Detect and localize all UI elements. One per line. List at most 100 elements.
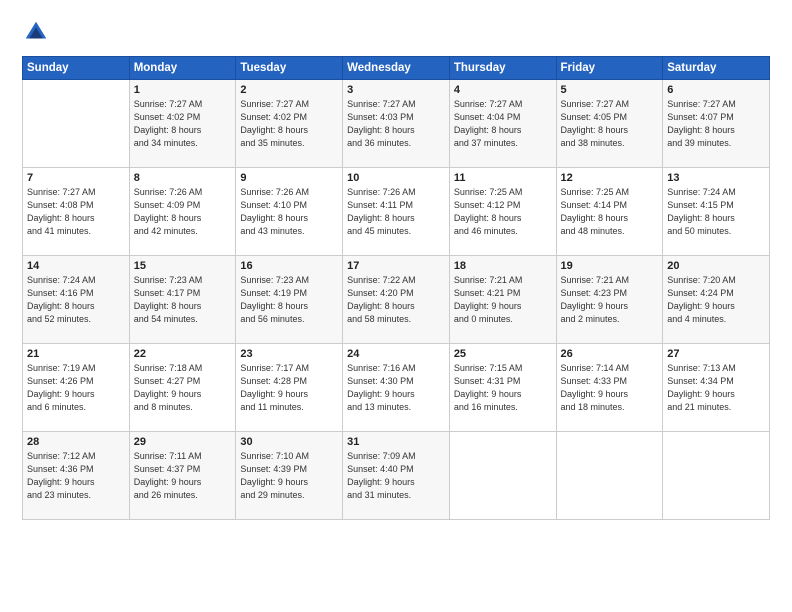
calendar-table: SundayMondayTuesdayWednesdayThursdayFrid… — [22, 56, 770, 520]
calendar-cell: 7 Sunrise: 7:27 AMSunset: 4:08 PMDaylight… — [23, 168, 130, 256]
day-info: Sunrise: 7:25 AMSunset: 4:12 PMDaylight:… — [454, 186, 552, 238]
day-info: Sunrise: 7:24 AMSunset: 4:16 PMDaylight:… — [27, 274, 125, 326]
day-info: Sunrise: 7:22 AMSunset: 4:20 PMDaylight:… — [347, 274, 445, 326]
day-info: Sunrise: 7:21 AMSunset: 4:21 PMDaylight:… — [454, 274, 552, 326]
calendar-cell: 22 Sunrise: 7:18 AMSunset: 4:27 PMDayligh… — [129, 344, 236, 432]
weekday-header-wednesday: Wednesday — [343, 57, 450, 80]
weekday-header-row: SundayMondayTuesdayWednesdayThursdayFrid… — [23, 57, 770, 80]
calendar-cell: 24 Sunrise: 7:16 AMSunset: 4:30 PMDayligh… — [343, 344, 450, 432]
week-row-1: 1Sunrise: 7:27 AMSunset: 4:02 PMDaylight… — [23, 80, 770, 168]
calendar-cell: 11 Sunrise: 7:25 AMSunset: 4:12 PMDayligh… — [449, 168, 556, 256]
day-number: 29 — [134, 436, 232, 448]
logo-icon — [22, 18, 50, 46]
calendar-cell — [556, 432, 663, 520]
day-info: Sunrise: 7:21 AMSunset: 4:23 PMDaylight:… — [561, 274, 659, 326]
day-number: 11 — [454, 172, 552, 184]
week-row-5: 28Sunrise: 7:12 AMSunset: 4:36 PMDayligh… — [23, 432, 770, 520]
calendar-cell — [23, 80, 130, 168]
day-info: Sunrise: 7:15 AMSunset: 4:31 PMDaylight:… — [454, 362, 552, 414]
day-number: 15 — [134, 260, 232, 272]
day-info: Sunrise: 7:13 AMSunset: 4:34 PMDaylight:… — [667, 362, 765, 414]
day-number: 7 — [27, 172, 125, 184]
calendar-cell — [449, 432, 556, 520]
day-info: Sunrise: 7:27 AMSunset: 4:07 PMDaylight:… — [667, 98, 765, 150]
day-info: Sunrise: 7:20 AMSunset: 4:24 PMDaylight:… — [667, 274, 765, 326]
calendar-cell: 10Sunrise: 7:26 AMSunset: 4:11 PMDayligh… — [343, 168, 450, 256]
day-number: 16 — [240, 260, 338, 272]
week-row-2: 7 Sunrise: 7:27 AMSunset: 4:08 PMDaylight… — [23, 168, 770, 256]
week-row-4: 21 Sunrise: 7:19 AMSunset: 4:26 PMDayligh… — [23, 344, 770, 432]
calendar-cell: 30Sunrise: 7:10 AMSunset: 4:39 PMDayligh… — [236, 432, 343, 520]
day-info: Sunrise: 7:17 AMSunset: 4:28 PMDaylight:… — [240, 362, 338, 414]
calendar-cell: 26Sunrise: 7:14 AMSunset: 4:33 PMDayligh… — [556, 344, 663, 432]
day-info: Sunrise: 7:26 AMSunset: 4:09 PMDaylight:… — [134, 186, 232, 238]
day-info: Sunrise: 7:27 AMSunset: 4:08 PMDaylight:… — [27, 186, 125, 238]
day-number: 12 — [561, 172, 659, 184]
calendar-cell: 9Sunrise: 7:26 AMSunset: 4:10 PMDaylight… — [236, 168, 343, 256]
calendar-cell: 4Sunrise: 7:27 AMSunset: 4:04 PMDaylight… — [449, 80, 556, 168]
day-number: 19 — [561, 260, 659, 272]
weekday-header-friday: Friday — [556, 57, 663, 80]
page: SundayMondayTuesdayWednesdayThursdayFrid… — [0, 0, 792, 612]
calendar-cell: 15 Sunrise: 7:23 AMSunset: 4:17 PMDayligh… — [129, 256, 236, 344]
day-info: Sunrise: 7:09 AMSunset: 4:40 PMDaylight:… — [347, 450, 445, 502]
calendar-cell — [663, 432, 770, 520]
logo — [22, 18, 54, 46]
calendar-cell: 27 Sunrise: 7:13 AMSunset: 4:34 PMDayligh… — [663, 344, 770, 432]
day-number: 24 — [347, 348, 445, 360]
calendar-cell: 5 Sunrise: 7:27 AMSunset: 4:05 PMDaylight… — [556, 80, 663, 168]
weekday-header-thursday: Thursday — [449, 57, 556, 80]
day-number: 6 — [667, 84, 765, 96]
day-number: 10 — [347, 172, 445, 184]
calendar-cell: 23 Sunrise: 7:17 AMSunset: 4:28 PMDayligh… — [236, 344, 343, 432]
day-number: 14 — [27, 260, 125, 272]
calendar-cell: 20 Sunrise: 7:20 AMSunset: 4:24 PMDayligh… — [663, 256, 770, 344]
calendar-cell: 1Sunrise: 7:27 AMSunset: 4:02 PMDaylight… — [129, 80, 236, 168]
calendar-cell: 25 Sunrise: 7:15 AMSunset: 4:31 PMDayligh… — [449, 344, 556, 432]
day-info: Sunrise: 7:14 AMSunset: 4:33 PMDaylight:… — [561, 362, 659, 414]
calendar-cell: 13Sunrise: 7:24 AMSunset: 4:15 PMDayligh… — [663, 168, 770, 256]
day-number: 9 — [240, 172, 338, 184]
day-number: 17 — [347, 260, 445, 272]
calendar-cell: 3Sunrise: 7:27 AMSunset: 4:03 PMDaylight… — [343, 80, 450, 168]
calendar-cell: 18 Sunrise: 7:21 AMSunset: 4:21 PMDayligh… — [449, 256, 556, 344]
day-info: Sunrise: 7:18 AMSunset: 4:27 PMDaylight:… — [134, 362, 232, 414]
calendar-cell: 21 Sunrise: 7:19 AMSunset: 4:26 PMDayligh… — [23, 344, 130, 432]
day-info: Sunrise: 7:27 AMSunset: 4:02 PMDaylight:… — [134, 98, 232, 150]
day-info: Sunrise: 7:23 AMSunset: 4:19 PMDaylight:… — [240, 274, 338, 326]
day-number: 8 — [134, 172, 232, 184]
calendar-cell: 14 Sunrise: 7:24 AMSunset: 4:16 PMDayligh… — [23, 256, 130, 344]
day-number: 22 — [134, 348, 232, 360]
day-number: 25 — [454, 348, 552, 360]
calendar-cell: 6 Sunrise: 7:27 AMSunset: 4:07 PMDaylight… — [663, 80, 770, 168]
calendar-cell: 19 Sunrise: 7:21 AMSunset: 4:23 PMDayligh… — [556, 256, 663, 344]
day-info: Sunrise: 7:16 AMSunset: 4:30 PMDaylight:… — [347, 362, 445, 414]
calendar-cell: 12Sunrise: 7:25 AMSunset: 4:14 PMDayligh… — [556, 168, 663, 256]
day-number: 21 — [27, 348, 125, 360]
day-number: 20 — [667, 260, 765, 272]
day-number: 23 — [240, 348, 338, 360]
calendar-cell: 31 Sunrise: 7:09 AMSunset: 4:40 PMDayligh… — [343, 432, 450, 520]
day-number: 5 — [561, 84, 659, 96]
day-number: 4 — [454, 84, 552, 96]
day-info: Sunrise: 7:27 AMSunset: 4:05 PMDaylight:… — [561, 98, 659, 150]
day-info: Sunrise: 7:12 AMSunset: 4:36 PMDaylight:… — [27, 450, 125, 502]
weekday-header-sunday: Sunday — [23, 57, 130, 80]
day-number: 27 — [667, 348, 765, 360]
day-number: 31 — [347, 436, 445, 448]
calendar-cell: 8 Sunrise: 7:26 AMSunset: 4:09 PMDaylight… — [129, 168, 236, 256]
week-row-3: 14 Sunrise: 7:24 AMSunset: 4:16 PMDayligh… — [23, 256, 770, 344]
day-number: 2 — [240, 84, 338, 96]
day-number: 3 — [347, 84, 445, 96]
weekday-header-saturday: Saturday — [663, 57, 770, 80]
day-number: 18 — [454, 260, 552, 272]
day-info: Sunrise: 7:23 AMSunset: 4:17 PMDaylight:… — [134, 274, 232, 326]
header — [22, 18, 770, 46]
calendar-cell: 28Sunrise: 7:12 AMSunset: 4:36 PMDayligh… — [23, 432, 130, 520]
day-info: Sunrise: 7:10 AMSunset: 4:39 PMDaylight:… — [240, 450, 338, 502]
weekday-header-tuesday: Tuesday — [236, 57, 343, 80]
weekday-header-monday: Monday — [129, 57, 236, 80]
calendar-cell: 29Sunrise: 7:11 AMSunset: 4:37 PMDayligh… — [129, 432, 236, 520]
calendar-cell: 2Sunrise: 7:27 AMSunset: 4:02 PMDaylight… — [236, 80, 343, 168]
day-info: Sunrise: 7:19 AMSunset: 4:26 PMDaylight:… — [27, 362, 125, 414]
